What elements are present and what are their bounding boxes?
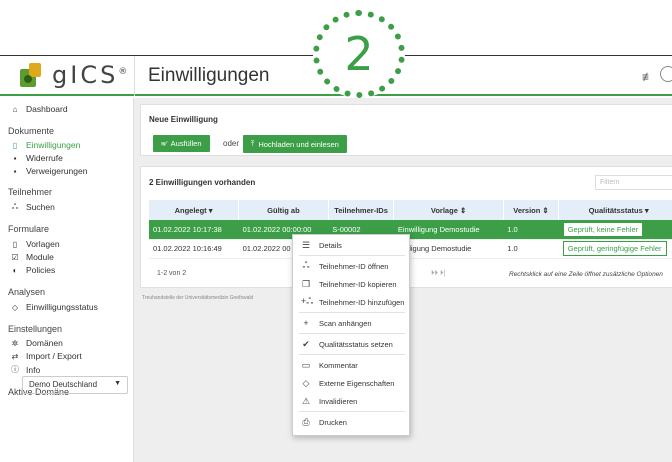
sidebar-item-dashboard[interactable]: ⌂ Dashboard — [10, 104, 68, 114]
sidebar-item-domaenen[interactable]: ✲ Domänen — [10, 338, 63, 348]
sidebar-item-verweigerungen[interactable]: ▪ Verweigerungen — [10, 166, 88, 176]
pagination-info: 1-2 von 2 — [157, 270, 187, 277]
menu-item-add-participant[interactable]: +ஃ Teilnehmer-ID hinzufügen — [293, 293, 411, 311]
sidebar-item-widerrufe[interactable]: ▪ Widerrufe — [10, 153, 63, 163]
filter-input[interactable]: Filtern — [595, 175, 672, 190]
menu-item-invalidate[interactable]: ⚠ Invalidieren — [293, 392, 411, 410]
column-header-qualitaetsstatus[interactable]: Qualitätsstatus ▾ — [558, 200, 672, 220]
pagination-next-icon[interactable]: ⏵⏵ ⏵| — [431, 270, 445, 278]
upload-button[interactable]: ⤒ Hochladen und einlesen — [243, 135, 347, 153]
menu-item-attach-scan[interactable]: + Scan anhängen — [293, 314, 411, 332]
app-logo[interactable]: gICS® — [20, 61, 127, 89]
settings-sliders-icon[interactable]: ≢ — [642, 70, 654, 84]
or-text: oder — [223, 139, 240, 148]
warning-icon: ⚠ — [301, 395, 311, 406]
footer-note: Treuhandstelle der Universitätsmedizin G… — [142, 295, 254, 301]
sidebar-item-einwilligungsstatus[interactable]: ◇ Einwilligungsstatus — [10, 302, 98, 312]
checkbox-icon: ☑ — [11, 252, 19, 262]
context-menu: ☰ Details ஃ Teilnehmer-ID öffnen ❐ Teilnehm… — [292, 234, 410, 436]
person-search-icon: ஃ — [302, 260, 310, 270]
document-block-icon: ▪ — [13, 166, 17, 176]
fill-button[interactable]: ≡⁄ Ausfüllen — [153, 135, 210, 152]
domain-select[interactable]: Demo Deutschland ▼ — [22, 376, 128, 394]
sidebar-item-module[interactable]: ☑ Module — [10, 252, 53, 262]
table-header-row: Angelegt ▾ Gültig ab Teilnehmer-IDs Vorl… — [149, 200, 672, 220]
sidebar-heading-formulare: Formulare — [8, 224, 50, 234]
people-search-icon: ஃ — [11, 202, 19, 211]
column-header-gueltig-ab[interactable]: Gültig ab — [238, 200, 329, 220]
page-title: Einwilligungen — [148, 65, 270, 86]
step-number-badge: 2 — [313, 10, 405, 98]
column-header-version[interactable]: Version ⇕ — [503, 200, 560, 220]
new-consent-card: Neue Einwilligung ≡⁄ Ausfüllen oder ⤒ Hoch… — [140, 104, 672, 156]
sidebar-heading-dokumente: Dokumente — [8, 126, 55, 136]
copy-icon: ❐ — [301, 278, 311, 289]
check-circle-icon: ✔ — [302, 338, 310, 349]
new-consent-title: Neue Einwilligung — [149, 115, 218, 124]
sidebar: ⌂ Dashboard Dokumente ▯ Einwilligungen ▪ Wi… — [0, 98, 134, 462]
list-icon: ☰ — [301, 239, 311, 250]
plus-icon: + — [303, 318, 309, 328]
menu-item-comment[interactable]: ▭ Kommentar — [293, 356, 411, 374]
chevron-down-icon: ▼ — [114, 380, 121, 387]
shield-check-icon: ◇ — [11, 302, 19, 312]
menu-item-open-participant[interactable]: ஃ Teilnehmer-ID öffnen — [293, 257, 411, 275]
menu-item-set-quality[interactable]: ✔ Qualitätsstatus setzen — [293, 335, 411, 353]
comment-icon: ▭ — [301, 359, 311, 370]
sidebar-heading-einstellungen: Einstellungen — [8, 324, 63, 334]
tag-icon: ◇ — [302, 377, 310, 388]
sidebar-heading-analysen: Analysen — [8, 287, 46, 297]
sidebar-item-info[interactable]: ⓘ Info — [10, 364, 40, 375]
column-header-vorlage[interactable]: Vorlage ⇕ — [393, 200, 504, 220]
document-icon: ▯ — [12, 140, 18, 150]
home-icon: ⌂ — [12, 104, 18, 114]
menu-item-copy-participant[interactable]: ❐ Teilnehmer-ID kopieren — [293, 275, 411, 293]
sidebar-item-policies[interactable]: ◐ Policies — [10, 265, 56, 275]
step-number: 2 — [344, 27, 374, 81]
sidebar-item-vorlagen[interactable]: ▯ Vorlagen — [10, 239, 60, 249]
upload-icon: ⤒ — [251, 139, 255, 148]
domain-select-value: Demo Deutschland — [29, 380, 98, 389]
person-add-icon: +ஃ — [301, 296, 314, 306]
transfer-icon: ⇄ — [11, 351, 19, 361]
user-icon[interactable] — [660, 66, 672, 82]
document-x-icon: ▪ — [13, 153, 17, 163]
menu-item-details[interactable]: ☰ Details — [293, 236, 411, 254]
template-icon: ▯ — [12, 239, 18, 249]
menu-item-external-properties[interactable]: ◇ Externe Eigenschaften — [293, 374, 411, 392]
status-badge: Geprüft, keine Fehler — [562, 221, 644, 237]
menu-item-print[interactable]: ⎙ Drucken — [293, 413, 411, 431]
logo-text: gICS — [52, 61, 119, 89]
gear-icon: ✲ — [11, 338, 19, 348]
policy-icon: ◐ — [12, 265, 18, 275]
sidebar-heading-teilnehmer: Teilnehmer — [8, 187, 53, 197]
info-icon: ⓘ — [11, 365, 19, 374]
printer-icon: ⎙ — [302, 416, 310, 427]
list-title: 2 Einwilligungen vorhanden — [149, 178, 256, 187]
sidebar-item-import-export[interactable]: ⇄ Import / Export — [10, 351, 82, 361]
sidebar-item-suchen[interactable]: ஃ Suchen — [10, 202, 55, 212]
sidebar-item-einwilligungen[interactable]: ▯ Einwilligungen — [10, 140, 81, 150]
column-header-teilnehmer-ids[interactable]: Teilnehmer-IDs — [328, 200, 395, 220]
column-header-angelegt[interactable]: Angelegt ▾ — [149, 200, 240, 220]
edit-icon: ≡⁄ — [161, 139, 167, 148]
right-click-hint: Rechtsklick auf eine Zeile öffnet zusätz… — [509, 271, 663, 278]
status-badge: Geprüft, geringfügige Fehler — [562, 241, 667, 256]
logo-icon — [20, 61, 46, 89]
